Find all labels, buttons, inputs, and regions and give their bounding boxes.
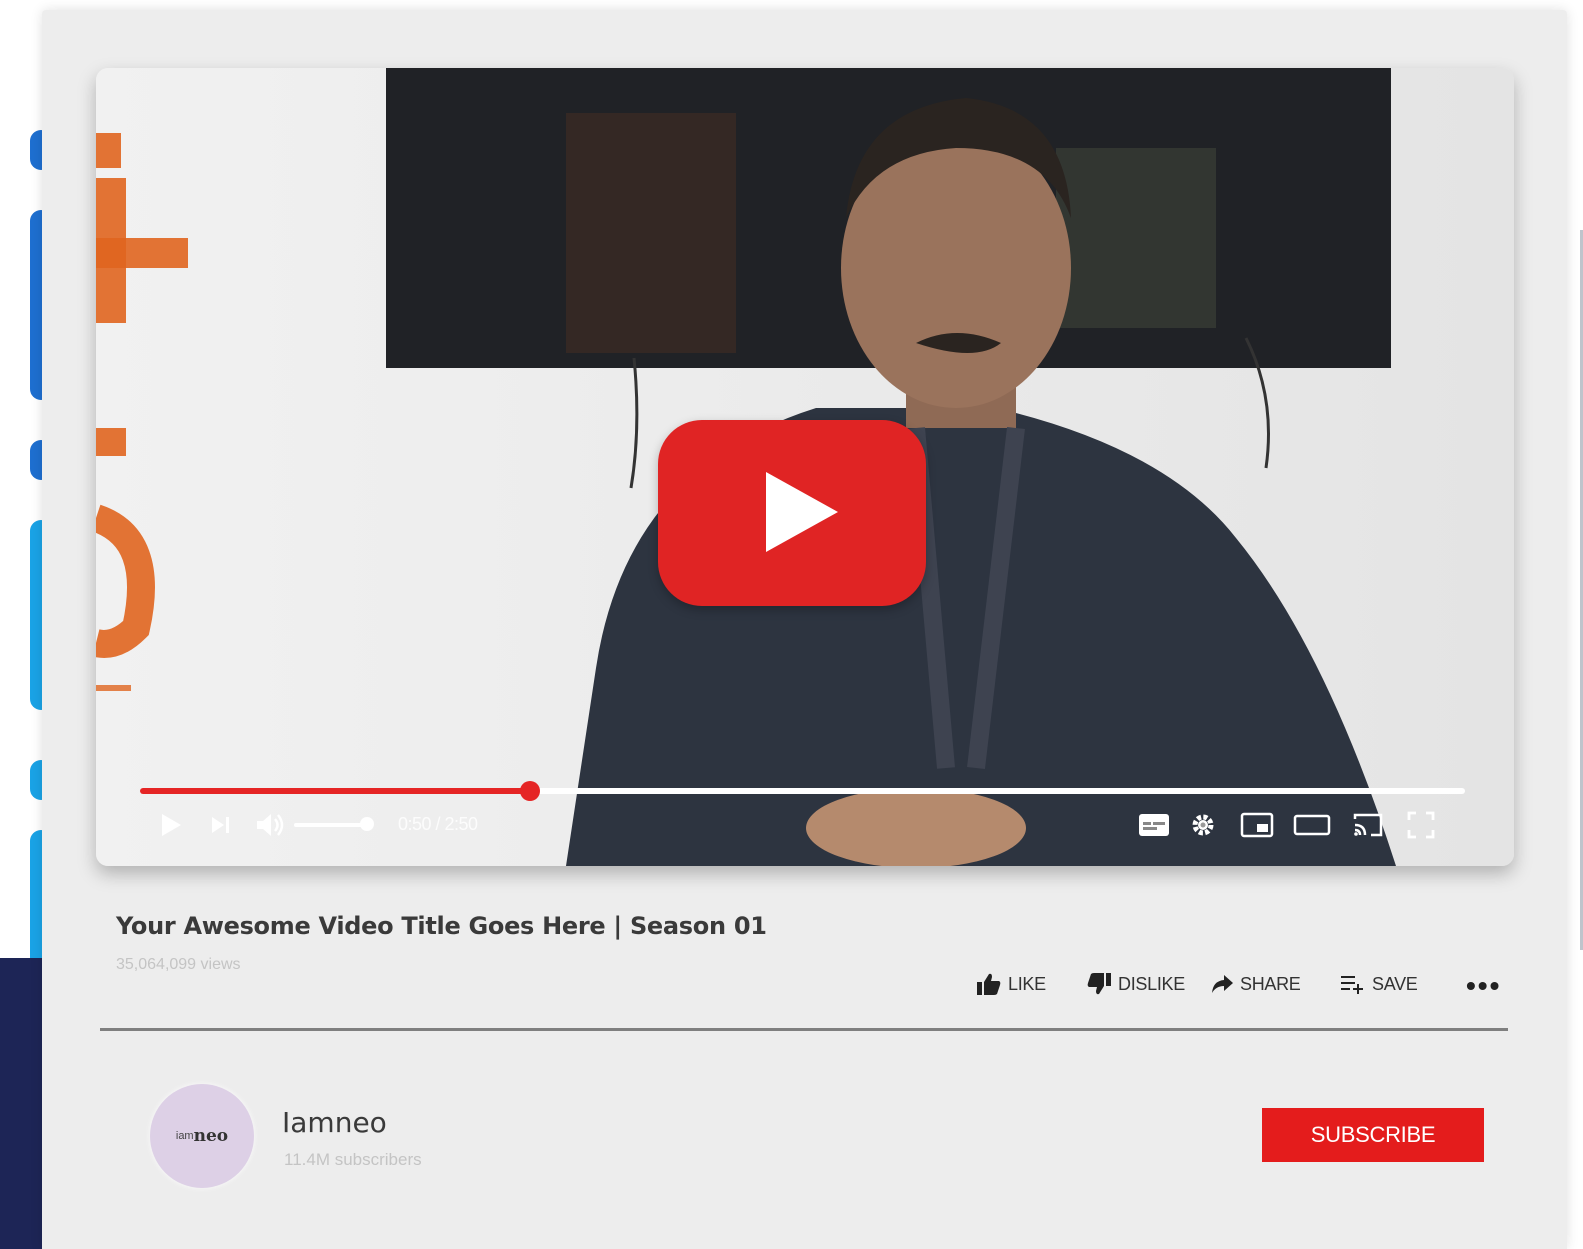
time-display: 0:50 / 2:50	[398, 814, 478, 834]
play-icon	[162, 814, 181, 836]
play-overlay-icon	[766, 472, 838, 552]
theater-icon	[1293, 814, 1331, 836]
video-card: 0:50 / 2:50 Your Awesome Video Title Goe…	[42, 10, 1567, 1249]
miniplayer-icon	[1240, 812, 1274, 838]
section-divider	[100, 1028, 1508, 1031]
volume-icon	[257, 814, 284, 836]
more-icon: •••	[1466, 970, 1502, 1001]
play-overlay-button[interactable]	[658, 420, 926, 606]
volume-slider[interactable]	[294, 823, 364, 827]
thumbs-down-icon	[1087, 973, 1111, 995]
share-button[interactable]: SHARE	[1210, 968, 1301, 1000]
progress-played	[140, 788, 530, 794]
next-icon	[212, 817, 229, 833]
save-label: SAVE	[1372, 973, 1418, 994]
like-label: LIKE	[1008, 973, 1046, 994]
video-player[interactable]: 0:50 / 2:50	[96, 68, 1514, 866]
avatar-logo-prefix: iam	[175, 1130, 194, 1142]
progress-bar[interactable]	[140, 781, 1465, 801]
channel-avatar[interactable]: iam neo	[150, 1084, 254, 1188]
volume-slider-knob[interactable]	[360, 817, 374, 831]
play-button[interactable]	[156, 810, 186, 840]
save-button[interactable]: SAVE	[1340, 968, 1418, 1000]
subscriber-count: 11.4M subscribers	[284, 1150, 422, 1169]
miniplayer-button[interactable]	[1238, 810, 1276, 840]
channel-name[interactable]: Iamneo	[282, 1106, 387, 1139]
video-title: Your Awesome Video Title Goes Here | Sea…	[116, 912, 767, 940]
settings-icon	[1192, 814, 1214, 836]
playlist-add-icon	[1341, 976, 1363, 994]
progress-scrubber[interactable]	[519, 781, 540, 801]
cast-icon	[1353, 813, 1383, 837]
settings-button[interactable]	[1188, 810, 1218, 840]
more-options-button[interactable]: •••	[1466, 972, 1501, 1000]
avatar-logo-brand: neo	[193, 1126, 229, 1146]
next-button[interactable]	[206, 810, 236, 840]
subscribe-button[interactable]: SUBSCRIBE	[1262, 1108, 1484, 1162]
view-count: 35,064,099 views	[116, 956, 241, 973]
like-button[interactable]: LIKE	[976, 968, 1046, 1000]
thumbs-up-icon	[977, 973, 1001, 995]
mute-button[interactable]	[254, 810, 288, 840]
share-label: SHARE	[1240, 973, 1301, 994]
theater-mode-button[interactable]	[1292, 810, 1332, 840]
share-icon	[1212, 975, 1233, 993]
fullscreen-button[interactable]	[1404, 810, 1438, 840]
captions-icon	[1139, 814, 1169, 836]
captions-button[interactable]	[1136, 810, 1172, 840]
dislike-label: DISLIKE	[1118, 973, 1185, 994]
fullscreen-icon	[1407, 811, 1435, 839]
dislike-button[interactable]: DISLIKE	[1086, 968, 1185, 1000]
cast-button[interactable]	[1350, 810, 1386, 840]
